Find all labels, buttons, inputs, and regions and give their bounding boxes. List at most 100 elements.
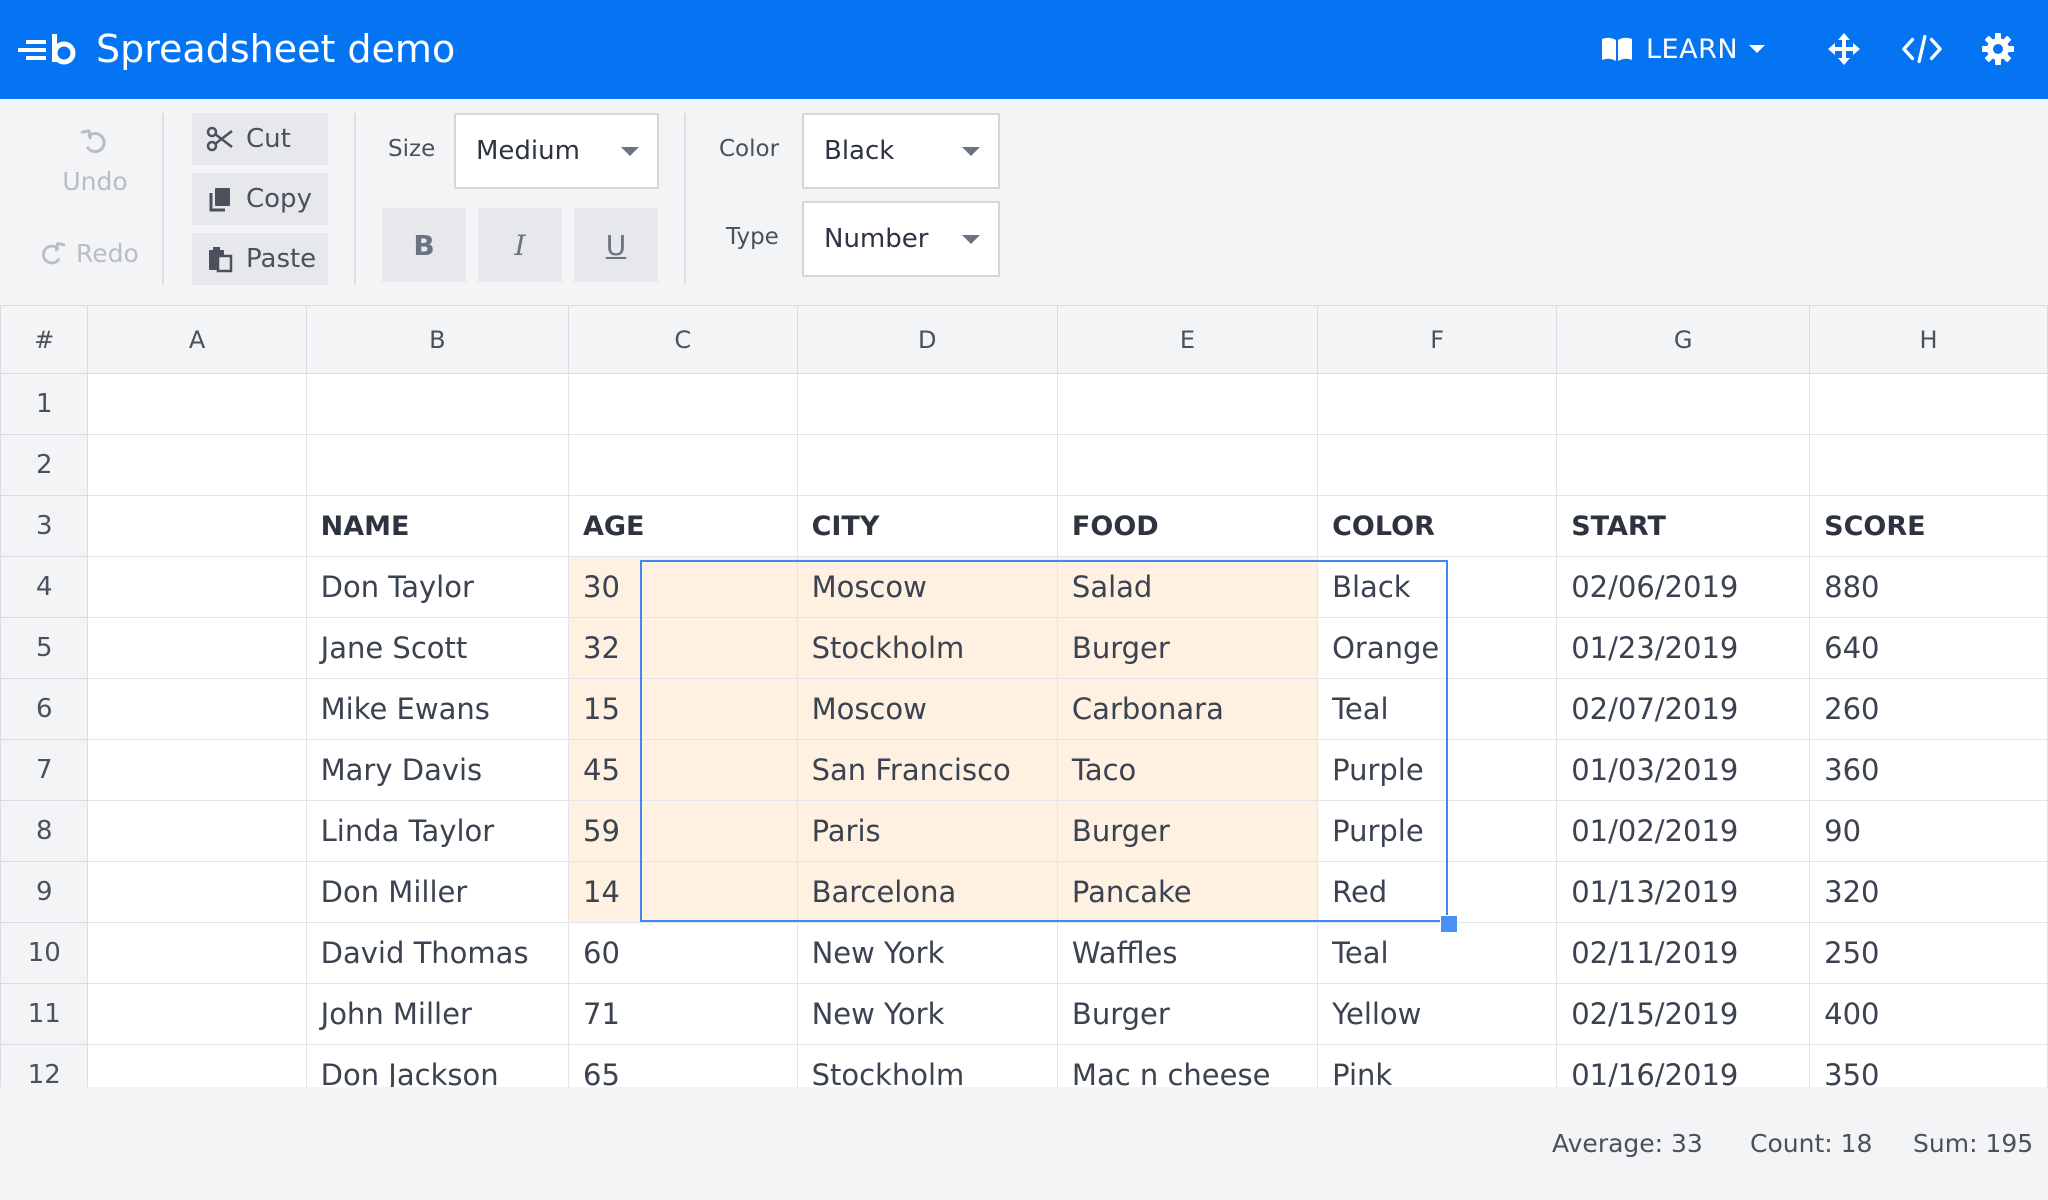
table-cell[interactable]: David Thomas [305, 922, 570, 984]
table-cell[interactable]: Mike Ewans [305, 678, 570, 740]
table-cell[interactable]: 01/16/2019 [1556, 1044, 1811, 1087]
table-cell[interactable]: Purple [1317, 800, 1558, 862]
table-cell[interactable]: 01/02/2019 [1556, 800, 1811, 862]
table-cell[interactable]: John Miller [305, 983, 570, 1045]
table-cell[interactable] [87, 617, 307, 679]
table-cell[interactable]: 15 [568, 678, 798, 740]
paste-button[interactable]: Paste [192, 233, 328, 285]
table-cell[interactable]: Red [1317, 861, 1558, 923]
table-cell[interactable]: 02/15/2019 [1556, 983, 1811, 1045]
table-cell[interactable]: FOOD [1056, 495, 1319, 557]
table-cell[interactable]: AGE [568, 495, 798, 557]
table-cell[interactable] [796, 434, 1058, 496]
table-cell[interactable] [87, 678, 307, 740]
table-cell[interactable]: Linda Taylor [305, 800, 570, 862]
table-cell[interactable] [1809, 373, 2048, 435]
row-header[interactable]: 2 [0, 434, 89, 496]
table-cell[interactable] [305, 434, 570, 496]
table-cell[interactable]: Taco [1056, 739, 1319, 801]
table-cell[interactable]: New York [796, 922, 1058, 984]
row-header[interactable]: 9 [0, 861, 89, 923]
table-cell[interactable] [87, 495, 307, 557]
table-cell[interactable]: 59 [568, 800, 798, 862]
row-header[interactable]: 4 [0, 556, 89, 618]
table-cell[interactable]: 250 [1809, 922, 2048, 984]
table-cell[interactable] [1317, 434, 1558, 496]
table-cell[interactable] [87, 1044, 307, 1087]
table-cell[interactable]: 400 [1809, 983, 2048, 1045]
table-cell[interactable]: 350 [1809, 1044, 2048, 1087]
table-cell[interactable]: 90 [1809, 800, 2048, 862]
table-cell[interactable]: 02/11/2019 [1556, 922, 1811, 984]
table-cell[interactable] [87, 739, 307, 801]
table-cell[interactable]: 60 [568, 922, 798, 984]
corner-cell[interactable]: # [0, 305, 89, 374]
row-header[interactable]: 3 [0, 495, 89, 557]
row-header[interactable]: 1 [0, 373, 89, 435]
table-cell[interactable]: Stockholm [796, 617, 1058, 679]
cut-button[interactable]: Cut [192, 113, 328, 165]
table-cell[interactable]: San Francisco [796, 739, 1058, 801]
table-cell[interactable]: Mary Davis [305, 739, 570, 801]
column-header[interactable]: A [87, 305, 307, 374]
table-cell[interactable]: New York [796, 983, 1058, 1045]
table-cell[interactable] [1809, 434, 2048, 496]
table-cell[interactable]: SCORE [1809, 495, 2048, 557]
bold-button[interactable]: B [382, 208, 466, 282]
size-select[interactable]: Medium [454, 113, 659, 189]
column-header[interactable]: F [1317, 305, 1558, 374]
table-cell[interactable]: 640 [1809, 617, 2048, 679]
table-cell[interactable]: 360 [1809, 739, 2048, 801]
table-cell[interactable]: 320 [1809, 861, 2048, 923]
undo-button[interactable]: Undo [40, 127, 150, 196]
table-cell[interactable] [87, 922, 307, 984]
table-cell[interactable]: Stockholm [796, 1044, 1058, 1087]
table-cell[interactable]: Paris [796, 800, 1058, 862]
gear-icon[interactable] [1978, 29, 2018, 69]
column-header[interactable]: C [568, 305, 798, 374]
table-cell[interactable]: START [1556, 495, 1811, 557]
column-header[interactable]: H [1809, 305, 2048, 374]
table-cell[interactable] [568, 434, 798, 496]
table-cell[interactable]: Mac n cheese [1056, 1044, 1319, 1087]
table-cell[interactable] [305, 373, 570, 435]
table-cell[interactable] [87, 556, 307, 618]
table-cell[interactable]: Burger [1056, 800, 1319, 862]
table-cell[interactable]: Black [1317, 556, 1558, 618]
move-icon[interactable] [1824, 29, 1864, 69]
row-header[interactable]: 8 [0, 800, 89, 862]
logo-icon[interactable] [18, 30, 80, 70]
table-cell[interactable]: Don Miller [305, 861, 570, 923]
column-header[interactable]: G [1556, 305, 1811, 374]
row-header[interactable]: 5 [0, 617, 89, 679]
table-cell[interactable]: 02/06/2019 [1556, 556, 1811, 618]
row-header[interactable]: 11 [0, 983, 89, 1045]
table-cell[interactable] [87, 800, 307, 862]
table-cell[interactable]: Waffles [1056, 922, 1319, 984]
code-icon[interactable] [1902, 29, 1942, 69]
table-cell[interactable]: 71 [568, 983, 798, 1045]
table-cell[interactable]: 45 [568, 739, 798, 801]
fill-handle[interactable] [1440, 915, 1458, 933]
row-header[interactable]: 6 [0, 678, 89, 740]
italic-button[interactable]: I [478, 208, 562, 282]
table-cell[interactable]: Purple [1317, 739, 1558, 801]
copy-button[interactable]: Copy [192, 173, 328, 225]
table-cell[interactable]: Orange [1317, 617, 1558, 679]
table-cell[interactable]: Moscow [796, 678, 1058, 740]
table-cell[interactable] [1556, 434, 1811, 496]
table-cell[interactable]: 65 [568, 1044, 798, 1087]
underline-button[interactable]: U [574, 208, 658, 282]
table-cell[interactable]: Teal [1317, 678, 1558, 740]
table-cell[interactable]: Don Jackson [305, 1044, 570, 1087]
table-cell[interactable] [87, 434, 307, 496]
table-cell[interactable] [1056, 434, 1319, 496]
column-header[interactable]: D [796, 305, 1058, 374]
column-header[interactable]: E [1056, 305, 1319, 374]
table-cell[interactable]: 01/23/2019 [1556, 617, 1811, 679]
spreadsheet-grid[interactable]: # A B C D E F G H 1 2 3 NAME AGE CITY FOOD COLO… [0, 305, 2048, 1087]
table-cell[interactable]: 14 [568, 861, 798, 923]
table-cell[interactable]: CITY [796, 495, 1058, 557]
column-header[interactable]: B [305, 305, 570, 374]
row-header[interactable]: 12 [0, 1044, 89, 1087]
